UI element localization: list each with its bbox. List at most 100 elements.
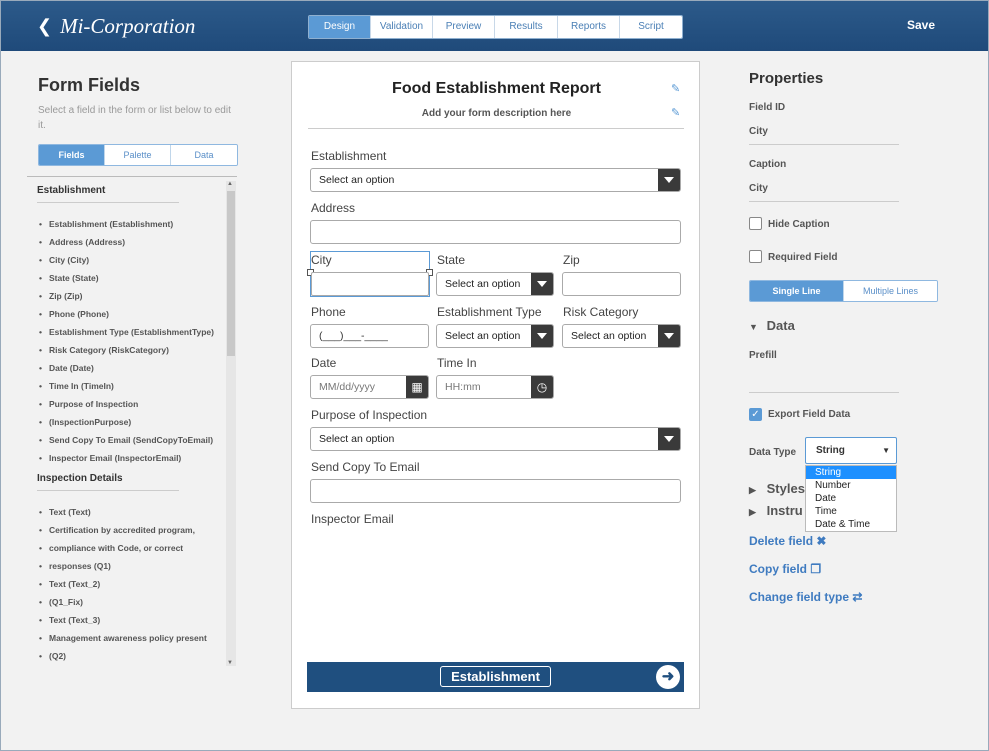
option-date[interactable]: Date xyxy=(806,492,896,505)
caption-value[interactable]: City xyxy=(749,183,768,194)
export-field-checkbox[interactable]: ✓ xyxy=(749,408,762,421)
swap-arrows-icon: ⇄ xyxy=(852,590,863,604)
calendar-icon[interactable]: ▦ xyxy=(406,376,428,398)
tab-results[interactable]: Results xyxy=(495,16,558,38)
copy-field-link[interactable]: Copy field ❐ xyxy=(749,562,821,576)
back-chevron-icon[interactable]: ❮ xyxy=(37,16,52,37)
change-field-type-link[interactable]: Change field type ⇄ xyxy=(749,590,862,604)
tab-fields[interactable]: Fields xyxy=(39,145,105,165)
scroll-thumb[interactable] xyxy=(227,191,235,356)
tab-validation[interactable]: Validation xyxy=(371,16,433,38)
edit-description-pencil-icon[interactable]: ✎ xyxy=(671,106,680,119)
scroll-up-icon[interactable]: ▲ xyxy=(227,181,233,187)
list-item[interactable]: Time In (TimeIn) xyxy=(37,377,237,395)
styles-section-toggle[interactable]: ▶ Styles xyxy=(749,481,805,496)
tab-design[interactable]: Design xyxy=(309,16,371,38)
city-label: City xyxy=(311,253,332,267)
multiple-lines-button[interactable]: Multiple Lines xyxy=(844,281,937,301)
list-item[interactable]: Address (Address) xyxy=(37,233,237,251)
list-item[interactable]: Zip (Zip) xyxy=(37,287,237,305)
data-section-toggle[interactable]: ▼ Data xyxy=(749,318,795,333)
establishment-select[interactable]: Select an option xyxy=(310,168,681,192)
send-copy-input[interactable] xyxy=(310,479,681,503)
page-nav-bar: Establishment ➜ xyxy=(307,662,684,692)
field-list-scrollbar[interactable]: ▲ ▼ xyxy=(226,181,236,666)
copy-field-label: Copy field xyxy=(749,562,808,576)
list-item[interactable]: Phone (Phone) xyxy=(37,305,237,323)
field-id-value[interactable]: City xyxy=(749,126,768,137)
city-input[interactable] xyxy=(311,272,429,296)
tab-data[interactable]: Data xyxy=(171,145,237,165)
export-field-label: Export Field Data xyxy=(768,409,851,420)
purpose-label: Purpose of Inspection xyxy=(311,408,428,422)
address-input[interactable] xyxy=(310,220,681,244)
view-toggle: Fields Palette Data xyxy=(38,144,238,166)
list-item[interactable]: Send Copy To Email (SendCopyToEmail) xyxy=(37,431,237,449)
hide-caption-checkbox[interactable] xyxy=(749,217,762,230)
list-item[interactable]: City (City) xyxy=(37,251,237,269)
zip-input[interactable] xyxy=(562,272,681,296)
list-item[interactable]: responses (Q1) xyxy=(37,557,237,575)
next-arrow-icon[interactable]: ➜ xyxy=(656,665,680,689)
required-field-label: Required Field xyxy=(768,252,838,263)
list-item[interactable]: Management awareness policy present xyxy=(37,629,237,647)
single-line-button[interactable]: Single Line xyxy=(750,281,844,301)
chevron-down-icon[interactable] xyxy=(658,169,680,191)
send-copy-label: Send Copy To Email xyxy=(311,460,420,474)
chevron-down-icon[interactable] xyxy=(531,325,553,347)
state-label: State xyxy=(437,253,466,267)
list-item[interactable]: Establishment Type (EstablishmentType) xyxy=(37,323,237,341)
list-item[interactable]: Text (Text_3) xyxy=(37,611,237,629)
list-item[interactable]: Inspector Email (InspectorEmail) xyxy=(37,449,237,467)
list-item[interactable]: Purpose of Inspection xyxy=(37,395,237,413)
time-in-input[interactable]: HH:mm ◷ xyxy=(436,375,554,399)
purpose-select[interactable]: Select an option xyxy=(310,427,681,451)
chevron-down-icon[interactable] xyxy=(658,325,680,347)
page-button[interactable]: Establishment xyxy=(440,666,551,687)
option-number[interactable]: Number xyxy=(806,479,896,492)
list-item[interactable]: (InspectionPurpose) xyxy=(37,413,237,431)
edit-title-pencil-icon[interactable]: ✎ xyxy=(671,82,680,95)
list-item[interactable]: Risk Category (RiskCategory) xyxy=(37,341,237,359)
establishment-value: Select an option xyxy=(319,174,395,186)
data-type-select[interactable]: String ▼ xyxy=(805,437,897,464)
chevron-down-icon[interactable] xyxy=(658,428,680,450)
scroll-down-icon[interactable]: ▼ xyxy=(227,660,233,666)
delete-field-link[interactable]: Delete field ✖ xyxy=(749,534,826,548)
option-time[interactable]: Time xyxy=(806,505,896,518)
brand[interactable]: ❮ Mi-Corporation xyxy=(37,14,195,39)
required-field-checkbox[interactable] xyxy=(749,250,762,263)
list-item[interactable]: Text (Text_2) xyxy=(37,575,237,593)
list-item[interactable]: compliance with Code, or correct xyxy=(37,539,237,557)
option-string[interactable]: String xyxy=(806,466,896,479)
list-item[interactable]: State (State) xyxy=(37,269,237,287)
list-item[interactable]: Date (Date) xyxy=(37,359,237,377)
date-input[interactable]: MM/dd/yyyy ▦ xyxy=(310,375,429,399)
instructions-section-toggle[interactable]: ▶ Instru xyxy=(749,503,803,518)
prefill-input-line[interactable] xyxy=(749,392,899,393)
tab-palette[interactable]: Palette xyxy=(105,145,171,165)
risk-category-select[interactable]: Select an option xyxy=(562,324,681,348)
list-item[interactable]: (Q1_Fix) xyxy=(37,593,237,611)
establishment-type-select[interactable]: Select an option xyxy=(436,324,554,348)
state-select[interactable]: Select an option xyxy=(436,272,554,296)
list-item[interactable]: Certification by accredited program, xyxy=(37,521,237,539)
list-item[interactable]: (Q2) xyxy=(37,647,237,665)
phone-input[interactable]: (___)___-____ xyxy=(310,324,429,348)
list-item[interactable]: Establishment (Establishment) xyxy=(37,215,237,233)
option-date-time[interactable]: Date & Time xyxy=(806,518,896,531)
save-button[interactable]: Save xyxy=(907,18,935,32)
form-canvas: Food Establishment Report ✎ Add your for… xyxy=(291,61,700,709)
time-in-label: Time In xyxy=(437,356,477,370)
clock-icon[interactable]: ◷ xyxy=(531,376,553,398)
list-item[interactable]: Text (Text) xyxy=(37,503,237,521)
instructions-section-label: Instru xyxy=(766,503,803,518)
chevron-down-icon[interactable] xyxy=(531,273,553,295)
tab-reports[interactable]: Reports xyxy=(558,16,620,38)
tab-script[interactable]: Script xyxy=(620,16,682,38)
tab-preview[interactable]: Preview xyxy=(433,16,495,38)
form-description[interactable]: Add your form description here xyxy=(292,108,701,119)
form-title[interactable]: Food Establishment Report xyxy=(292,80,701,98)
properties-panel: Properties Field ID City Caption City Hi… xyxy=(701,51,988,750)
state-value: Select an option xyxy=(445,278,521,290)
